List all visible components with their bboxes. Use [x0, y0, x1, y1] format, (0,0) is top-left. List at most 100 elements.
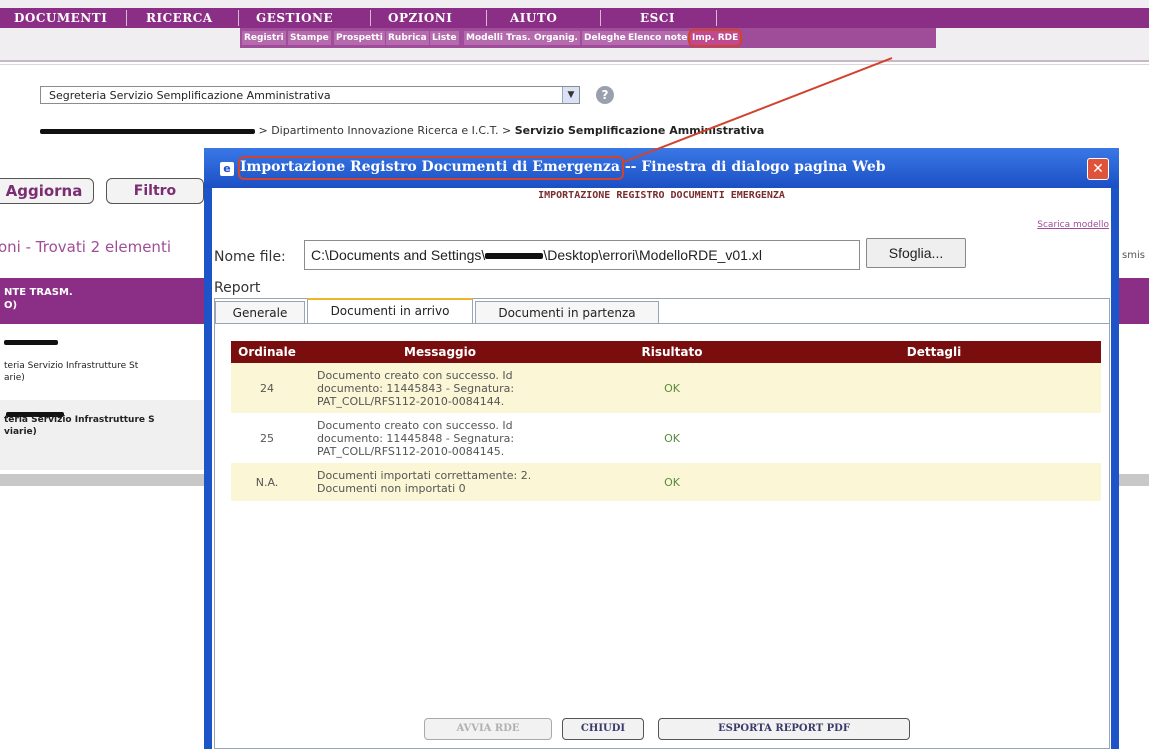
list-item[interactable]: teria Servizio Infrastrutture S viarie) — [0, 400, 210, 470]
file-name-label: Nome file: — [214, 249, 286, 265]
message-line: Documento creato con successo. Id — [317, 368, 513, 382]
list-item[interactable]: teria Servizio Infrastrutture St arie) — [0, 330, 210, 396]
tab-divider — [215, 323, 1109, 324]
cell-risultato: OK — [577, 463, 767, 501]
close-icon[interactable]: ✕ — [1087, 158, 1109, 180]
message-line: Documento creato con successo. Id — [317, 418, 513, 432]
list-item-line2: arie) — [4, 373, 25, 383]
main-menu-bar: DOCUMENTI RICERCA GESTIONE OPZIONI AIUTO… — [0, 8, 1149, 28]
submenu-imp-rde[interactable]: Imp. RDE — [688, 29, 743, 47]
column-header-line1: NTE TRASM. — [4, 287, 73, 298]
submenu-modelli-tras[interactable]: Modelli Tras. — [464, 31, 533, 45]
submenu-bar: Registri Stampe Prospetti Rubrica Liste … — [240, 28, 936, 48]
tab-generale[interactable]: Generale — [215, 301, 305, 323]
report-label: Report — [214, 280, 261, 296]
cell-ordinale: N.A. — [231, 463, 303, 501]
cell-risultato: OK — [577, 363, 767, 413]
column-header-ordinale: Ordinale — [231, 341, 303, 363]
table-row: 25 Documento creato con successo. Id doc… — [231, 413, 1101, 463]
message-line: documento: 11445848 - Segnatura: — [317, 431, 515, 445]
menu-separator — [486, 10, 487, 26]
dialog-title-suffix: -- Finestra di dialogo pagina Web — [619, 159, 886, 175]
breadcrumb-current: Servizio Semplificazione Amministrativa — [514, 124, 765, 137]
column-header-messaggio: Messaggio — [303, 341, 577, 363]
dialog-titlebar[interactable]: e Importazione Registro Documenti di Eme… — [204, 148, 1119, 188]
message-line: Documenti non importati 0 — [317, 482, 466, 495]
submenu-stampe[interactable]: Stampe — [288, 31, 331, 45]
top-navigation: DOCUMENTI RICERCA GESTIONE OPZIONI AIUTO… — [0, 0, 1149, 65]
message-line: Documenti importati correttamente: 2. — [317, 469, 532, 482]
message-line: PAT_COLL/RFS112-2010-0084144. — [317, 394, 505, 408]
cell-messaggio: Documento creato con successo. Id docume… — [303, 363, 577, 413]
menu-opzioni[interactable]: OPZIONI — [388, 8, 452, 28]
breadcrumb-middle: > Dipartimento Innovazione Ricerca e I.C… — [258, 124, 512, 137]
breadcrumb: > Dipartimento Innovazione Ricerca e I.C… — [40, 124, 764, 137]
table-footer-bar — [0, 474, 210, 486]
submenu-rubrica[interactable]: Rubrica — [386, 31, 429, 45]
column-header-line2: O) — [4, 300, 18, 311]
list-item-line1: teria Servizio Infrastrutture St — [4, 361, 139, 371]
menu-documenti[interactable]: DOCUMENTI — [14, 8, 107, 28]
office-select-value: Segreteria Servizio Semplificazione Ammi… — [49, 89, 331, 102]
menu-separator — [126, 10, 127, 26]
cell-ordinale: 25 — [231, 413, 303, 463]
table-row: 24 Documento creato con successo. Id doc… — [231, 363, 1101, 413]
file-path-input[interactable]: C:\Documents and Settings\ \Desktop\error… — [304, 240, 860, 270]
submenu-prospetti[interactable]: Prospetti — [334, 31, 385, 45]
report-panel: Generale Documenti in arrivo Documenti i… — [214, 298, 1110, 749]
menu-aiuto[interactable]: AIUTO — [510, 8, 557, 28]
menu-separator — [716, 10, 717, 26]
menu-gestione[interactable]: GESTIONE — [256, 8, 333, 28]
list-column-header-right — [1118, 278, 1149, 324]
dialog-body: IMPORTAZIONE REGISTRO DOCUMENTI EMERGENZ… — [212, 188, 1111, 749]
file-path-prefix: C:\Documents and Settings\ — [311, 247, 486, 263]
office-select[interactable]: Segreteria Servizio Semplificazione Ammi… — [40, 86, 580, 104]
download-template-link[interactable]: Scarica modello — [1037, 220, 1109, 230]
message-line: PAT_COLL/RFS112-2010-0084145. — [317, 444, 505, 458]
menu-ricerca[interactable]: RICERCA — [146, 8, 213, 28]
menu-esci[interactable]: ESCI — [640, 8, 675, 28]
column-header-dettagli: Dettagli — [767, 341, 1101, 363]
table-header-row: Ordinale Messaggio Risultato Dettagli — [231, 341, 1101, 363]
aggiorna-button[interactable]: Aggiorna — [0, 178, 94, 204]
list-item-line2: viarie) — [4, 427, 37, 437]
cell-dettagli — [767, 463, 1101, 501]
tab-documenti-in-arrivo[interactable]: Documenti in arrivo — [307, 298, 473, 323]
filtro-button[interactable]: Filtro — [106, 178, 204, 204]
submenu-deleghe[interactable]: Deleghe — [582, 31, 628, 45]
import-dialog: e Importazione Registro Documenti di Eme… — [204, 148, 1119, 749]
menu-separator — [600, 10, 601, 26]
divider — [0, 60, 1149, 62]
column-header-risultato: Risultato — [577, 341, 767, 363]
message-line: documento: 11445843 - Segnatura: — [317, 381, 515, 395]
list-item-line1: teria Servizio Infrastrutture S — [4, 415, 155, 425]
cell-messaggio: Documenti importati correttamente: 2. Do… — [303, 463, 577, 501]
right-edge-text: smis — [1122, 250, 1145, 261]
results-table: Ordinale Messaggio Risultato Dettagli 24… — [231, 341, 1101, 501]
title-highlight-box — [238, 156, 624, 180]
file-path-suffix: \Desktop\errori\ModelloRDE_v01.xl — [543, 247, 762, 263]
cell-dettagli — [767, 413, 1101, 463]
submenu-liste[interactable]: Liste — [430, 31, 459, 45]
submenu-elenco-note[interactable]: Elenco note — [626, 31, 690, 45]
dialog-button-row: AVVIA RDE CHIUDI ESPORTA REPORT PDF — [212, 718, 1111, 742]
cell-messaggio: Documento creato con successo. Id docume… — [303, 413, 577, 463]
menu-separator — [370, 10, 371, 26]
submenu-registri[interactable]: Registri — [242, 31, 286, 45]
cell-ordinale: 24 — [231, 363, 303, 413]
avvia-rde-button[interactable]: AVVIA RDE — [424, 718, 552, 740]
annotation-line — [623, 57, 893, 163]
cell-risultato: OK — [577, 413, 767, 463]
help-icon[interactable]: ? — [596, 86, 614, 104]
browse-button[interactable]: Sfoglia... — [866, 238, 966, 268]
submenu-organig[interactable]: Organig. — [532, 31, 580, 45]
chevron-down-icon[interactable]: ▼ — [562, 87, 579, 103]
tab-documenti-in-partenza[interactable]: Documenti in partenza — [475, 301, 659, 323]
chiudi-button[interactable]: CHIUDI — [562, 718, 644, 740]
list-column-header: NTE TRASM. O) — [0, 278, 210, 324]
cell-dettagli — [767, 363, 1101, 413]
redaction-bar — [485, 253, 544, 260]
browser-icon: e — [220, 162, 234, 176]
results-count-text: oni - Trovati 2 elementi — [0, 238, 171, 256]
esporta-report-pdf-button[interactable]: ESPORTA REPORT PDF — [658, 718, 910, 740]
